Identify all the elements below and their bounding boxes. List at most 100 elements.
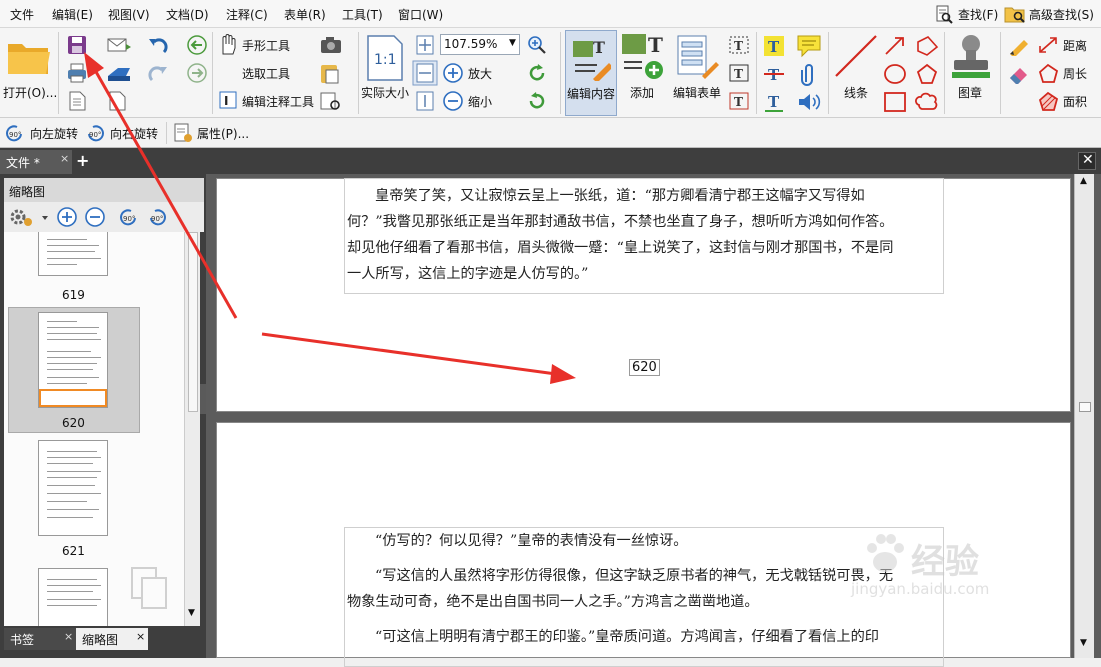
undo-icon[interactable] xyxy=(146,34,172,56)
menu-view[interactable]: 视图(V) xyxy=(108,6,150,23)
menu-bar: 文件 编辑(E) 视图(V) 文档(D) 注释(C) 表单(R) 工具(T) 窗… xyxy=(0,0,1101,28)
thumbnail-page-next[interactable] xyxy=(38,568,108,626)
ellipse-draw-icon[interactable] xyxy=(882,62,908,86)
rotate-thumb-right-icon[interactable]: 90° xyxy=(146,206,168,228)
properties-button[interactable]: 属性(P)... xyxy=(197,125,249,142)
thumbnail-scrollbar-thumb[interactable] xyxy=(188,232,198,412)
edit-form-button[interactable]: 编辑表单 xyxy=(673,84,721,101)
close-icon[interactable]: × xyxy=(136,630,145,643)
note-comment-icon[interactable] xyxy=(796,34,822,58)
thumbnail-page-619[interactable] xyxy=(38,232,108,276)
edit-content-button[interactable]: T 编辑内容 xyxy=(565,30,617,116)
menu-tools[interactable]: 工具(T) xyxy=(342,6,383,23)
distance-button[interactable]: 距离 xyxy=(1063,37,1087,54)
viewport-indicator[interactable] xyxy=(39,389,107,407)
redo-icon[interactable] xyxy=(146,62,172,84)
snapshot-camera-icon[interactable] xyxy=(318,34,344,56)
fit-page-icon[interactable] xyxy=(415,34,435,56)
scroll-up-icon[interactable]: ▲ xyxy=(1080,176,1087,186)
find-button[interactable]: 查找(F) xyxy=(958,6,998,23)
menu-form[interactable]: 表单(R) xyxy=(284,6,326,23)
text-field-icon[interactable]: T xyxy=(728,62,750,84)
scrollbar-thumb[interactable] xyxy=(1079,402,1091,412)
menu-edit[interactable]: 编辑(E) xyxy=(52,6,93,23)
thumbnail-page-621[interactable] xyxy=(38,440,108,536)
open-folder-icon[interactable] xyxy=(6,36,52,76)
rotate-right-button[interactable]: 向右旋转 xyxy=(110,125,158,142)
text-box-select-icon[interactable]: T xyxy=(728,34,750,56)
pentagon-draw-icon[interactable] xyxy=(914,62,940,86)
svg-text:I: I xyxy=(224,94,228,108)
close-document-button[interactable]: ✕ xyxy=(1078,152,1096,170)
zoom-out-button[interactable]: 缩小 xyxy=(468,93,492,110)
highlighter-pen-icon[interactable] xyxy=(1006,34,1032,56)
page-icon[interactable] xyxy=(106,90,132,112)
select-tool-button[interactable]: 选取工具 xyxy=(242,65,290,82)
tab-bookmarks[interactable]: 书签 × xyxy=(4,628,76,650)
document-view: 皇帝笑了笑，又让寂惊云呈上一张纸，道：“那方卿看清宁郡王这幅字又写得如 何？”我… xyxy=(206,174,1101,667)
perimeter-button[interactable]: 周长 xyxy=(1063,65,1087,82)
clipboard-icon[interactable] xyxy=(318,62,344,84)
fit-width-icon[interactable] xyxy=(412,60,438,86)
scroll-down-icon[interactable]: ▼ xyxy=(188,608,195,618)
rotate-thumb-left-icon[interactable]: 90° xyxy=(118,206,140,228)
rectangle-draw-icon[interactable] xyxy=(882,90,908,114)
add-button[interactable]: 添加 xyxy=(630,84,654,101)
attachment-clip-icon[interactable] xyxy=(798,62,820,86)
menu-comment[interactable]: 注释(C) xyxy=(226,6,268,23)
menu-window[interactable]: 窗口(W) xyxy=(398,6,443,23)
stamp-button[interactable]: 图章 xyxy=(958,84,982,101)
polygon-draw-icon[interactable] xyxy=(914,34,940,58)
highlight-text-icon[interactable]: T xyxy=(762,34,786,58)
rotate-left-button[interactable]: 向左旋转 xyxy=(30,125,78,142)
advanced-find-button[interactable]: 高级查找(S) xyxy=(1029,6,1094,23)
menu-document[interactable]: 文档(D) xyxy=(166,6,209,23)
new-tab-plus-icon[interactable]: + xyxy=(76,151,89,170)
refresh-icon[interactable] xyxy=(526,90,548,112)
edit-annotation-tool-button[interactable]: 编辑注释工具 xyxy=(242,93,314,110)
zoom-in-thumb-icon[interactable] xyxy=(56,206,78,228)
zoom-in-search-icon[interactable] xyxy=(526,34,548,56)
zoom-out-thumb-icon[interactable] xyxy=(84,206,106,228)
scroll-down-icon[interactable]: ▼ xyxy=(1080,638,1087,648)
cloud-draw-icon[interactable] xyxy=(914,90,940,114)
thumbnail-page-620[interactable] xyxy=(38,312,108,408)
fit-visible-icon[interactable] xyxy=(415,90,435,112)
back-icon[interactable] xyxy=(186,34,208,56)
eraser-icon[interactable] xyxy=(1006,62,1032,84)
rotate-view-icon[interactable] xyxy=(526,62,548,84)
find-tool-icon[interactable] xyxy=(318,90,344,112)
forward-icon[interactable] xyxy=(186,62,208,84)
zoom-value[interactable]: 107.59% xyxy=(444,37,497,51)
chevron-down-icon[interactable]: ▼ xyxy=(509,38,516,48)
tab-thumbnails[interactable]: 缩略图 × xyxy=(76,628,148,650)
document-icon[interactable] xyxy=(66,90,88,112)
actual-size-button[interactable]: 实际大小 xyxy=(361,84,409,101)
zoom-in-button[interactable]: 放大 xyxy=(468,65,492,82)
page-text-line: 何？”我瞥见那张纸正是当年那封通敌书信，不禁也坐直了身子，想听听方鸿如何作答。 xyxy=(347,214,894,230)
edit-content-label: 编辑内容 xyxy=(567,87,616,101)
menu-file[interactable]: 文件 xyxy=(10,6,34,23)
thumbnail-scrollbar[interactable]: ▼ xyxy=(184,232,200,626)
arrow-draw-icon[interactable] xyxy=(882,34,908,58)
email-icon[interactable] xyxy=(106,34,132,56)
gear-icon[interactable] xyxy=(8,206,48,228)
tab-document[interactable]: 文件 * × xyxy=(0,150,72,174)
close-icon[interactable]: × xyxy=(60,152,69,165)
save-icon[interactable] xyxy=(66,34,88,56)
thumbnail-panel: 缩略图 90° 90° 619 620 621 ▼ 书签 × 缩略图 × xyxy=(0,174,206,658)
open-button[interactable]: 打开(O)... xyxy=(3,84,57,101)
hand-tool-button[interactable]: 手形工具 xyxy=(242,37,290,54)
callout-text-icon[interactable]: T xyxy=(728,90,750,112)
close-icon[interactable]: × xyxy=(64,630,73,643)
area-button[interactable]: 面积 xyxy=(1063,93,1087,110)
zoom-combo[interactable]: 107.59% ▼ xyxy=(440,34,520,55)
print-icon[interactable] xyxy=(66,62,88,84)
strikeout-text-icon[interactable]: T xyxy=(762,62,786,86)
watermark-url: jingyan.baidu.com xyxy=(851,580,990,598)
scan-icon[interactable] xyxy=(106,62,132,84)
underline-text-icon[interactable]: T xyxy=(762,90,786,114)
thumbnail-panel-header: 缩略图 xyxy=(4,178,204,202)
lines-button[interactable]: 线条 xyxy=(844,84,868,101)
sound-icon[interactable] xyxy=(796,90,822,114)
